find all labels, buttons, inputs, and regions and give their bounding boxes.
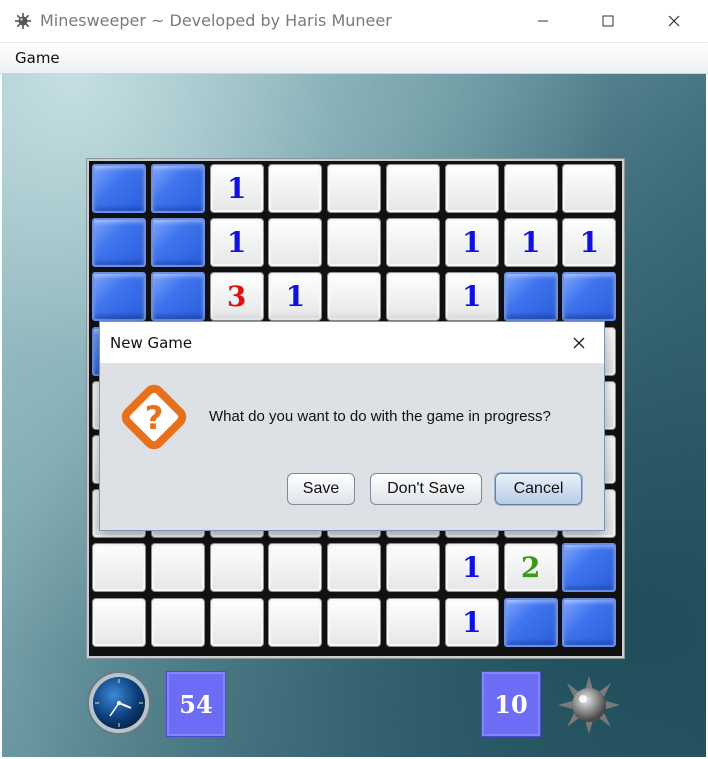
covered-cell[interactable] — [92, 272, 146, 322]
empty-cell[interactable] — [562, 164, 617, 213]
covered-cell[interactable] — [562, 543, 617, 593]
empty-cell[interactable] — [92, 543, 146, 593]
empty-cell[interactable] — [209, 597, 264, 647]
empty-cell[interactable] — [327, 543, 382, 593]
empty-cell[interactable] — [268, 164, 323, 213]
empty-cell[interactable] — [386, 218, 440, 268]
covered-cell[interactable] — [92, 218, 146, 268]
covered-cell[interactable] — [562, 272, 617, 322]
close-icon — [573, 337, 585, 349]
number-cell[interactable]: 1 — [444, 272, 499, 322]
dialog-title-bar: New Game — [100, 322, 604, 363]
mine-icon — [558, 676, 620, 734]
empty-cell[interactable] — [268, 543, 323, 593]
close-button[interactable] — [651, 0, 697, 42]
number-cell[interactable]: 1 — [503, 218, 558, 268]
svg-text:?: ? — [145, 399, 164, 437]
menu-game[interactable]: Game — [15, 49, 60, 67]
covered-cell[interactable] — [503, 272, 558, 322]
empty-cell[interactable] — [150, 597, 205, 647]
minimize-icon — [538, 20, 548, 22]
empty-cell[interactable] — [92, 597, 146, 647]
number-cell[interactable]: 1 — [268, 272, 323, 322]
empty-cell[interactable] — [327, 597, 382, 647]
dialog-close-button[interactable] — [564, 328, 594, 358]
app-mine-icon — [15, 13, 31, 29]
maximize-button[interactable] — [585, 0, 631, 42]
number-cell[interactable]: 3 — [209, 272, 264, 322]
question-icon: ? — [121, 384, 187, 450]
covered-cell[interactable] — [92, 164, 146, 213]
empty-cell[interactable] — [268, 597, 323, 647]
empty-cell[interactable] — [327, 218, 382, 268]
menu-bar: Game — [0, 43, 708, 74]
window-title: Minesweeper ~ Developed by Haris Muneer — [40, 11, 392, 30]
title-bar: Minesweeper ~ Developed by Haris Muneer — [0, 0, 708, 43]
number-cell[interactable]: 1 — [209, 164, 264, 213]
empty-cell[interactable] — [150, 543, 205, 593]
covered-cell[interactable] — [150, 272, 205, 322]
empty-cell[interactable] — [444, 164, 499, 213]
dialog-title: New Game — [110, 334, 193, 352]
number-cell[interactable]: 2 — [503, 543, 558, 593]
number-cell[interactable]: 1 — [444, 543, 499, 593]
empty-cell[interactable] — [268, 218, 323, 268]
new-game-dialog: New Game ? What do you want to do with t… — [99, 321, 605, 531]
close-icon — [668, 15, 680, 27]
empty-cell[interactable] — [503, 164, 558, 213]
number-cell[interactable]: 1 — [209, 218, 264, 268]
empty-cell[interactable] — [327, 272, 382, 322]
cancel-button[interactable]: Cancel — [495, 473, 582, 505]
empty-cell[interactable] — [386, 164, 440, 213]
number-cell[interactable]: 1 — [444, 597, 499, 647]
dont-save-button[interactable]: Don't Save — [370, 473, 482, 505]
save-button[interactable]: Save — [287, 473, 355, 505]
empty-cell[interactable] — [327, 164, 382, 213]
covered-cell[interactable] — [562, 597, 617, 647]
covered-cell[interactable] — [150, 164, 205, 213]
empty-cell[interactable] — [209, 543, 264, 593]
number-cell[interactable]: 1 — [562, 218, 617, 268]
minimize-button[interactable] — [520, 0, 566, 42]
empty-cell[interactable] — [386, 597, 440, 647]
clock-icon — [87, 671, 151, 735]
dialog-message: What do you want to do with the game in … — [209, 408, 551, 425]
empty-cell[interactable] — [386, 543, 440, 593]
number-cell[interactable]: 1 — [444, 218, 499, 268]
covered-cell[interactable] — [150, 218, 205, 268]
maximize-icon — [602, 15, 614, 27]
empty-cell[interactable] — [386, 272, 440, 322]
mines-remaining-counter: 10 — [481, 671, 541, 737]
elapsed-time-counter: 54 — [166, 671, 226, 737]
covered-cell[interactable] — [503, 597, 558, 647]
